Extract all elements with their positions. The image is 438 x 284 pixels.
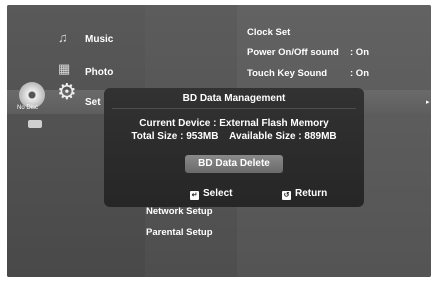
device-icon <box>28 120 42 128</box>
menu-item-parental-setup[interactable]: Parental Setup <box>146 227 213 238</box>
select-hint[interactable]: ↵ Select <box>190 188 232 200</box>
return-label: Return <box>295 188 328 199</box>
menu-item-network-setup[interactable]: Network Setup <box>146 206 213 217</box>
return-key-icon: ↺ <box>282 191 291 200</box>
submenu-arrow-icon: ▸ <box>426 99 430 106</box>
music-note-icon: ♫ <box>58 30 68 45</box>
dialog-title: BD Data Management <box>182 93 286 104</box>
bd-data-delete-button[interactable]: BD Data Delete <box>185 155 283 173</box>
option-touch-key-sound-value: : On <box>350 68 369 79</box>
current-device-text: Current Device : External Flash Memory <box>139 118 329 129</box>
return-hint[interactable]: ↺ Return <box>282 188 327 200</box>
menu-item-settings[interactable]: Set <box>85 97 101 108</box>
no-disc-label: No Disc <box>17 105 39 111</box>
gear-icon: ⚙ <box>57 79 77 104</box>
enter-key-icon: ↵ <box>190 191 199 200</box>
bd-data-dialog: BD Data Management Current Device : Exte… <box>104 88 364 207</box>
option-power-sound-value: : On <box>350 47 369 58</box>
size-info-text: Total Size : 953MB Available Size : 889M… <box>131 131 337 142</box>
menu-item-music[interactable]: Music <box>85 34 113 45</box>
dialog-divider <box>112 108 356 109</box>
option-clock-set[interactable]: Clock Set <box>247 27 290 38</box>
tv-screen: ♫ Music ▦ Photo No Disc ⚙ Set Network Se… <box>7 5 431 277</box>
option-power-sound[interactable]: Power On/Off sound <box>247 47 339 58</box>
menu-item-photo[interactable]: Photo <box>85 67 113 78</box>
select-label: Select <box>203 188 233 199</box>
option-touch-key-sound[interactable]: Touch Key Sound <box>247 68 327 79</box>
photo-icon: ▦ <box>58 61 71 76</box>
